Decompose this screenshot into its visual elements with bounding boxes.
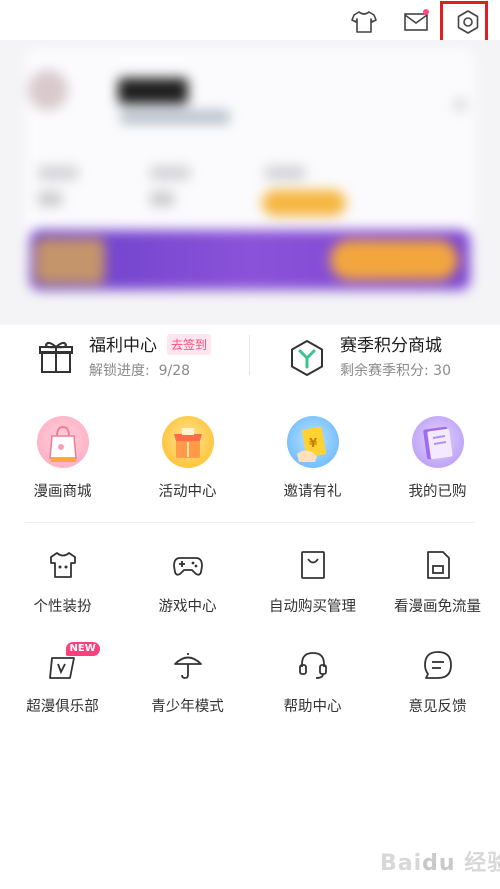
progress-value: 9/28 bbox=[158, 363, 191, 379]
grid-item-label: 我的已购 bbox=[408, 484, 467, 500]
stat-label bbox=[265, 166, 305, 180]
activity-center-icon bbox=[161, 416, 214, 468]
stat-label bbox=[38, 166, 78, 180]
top-bar bbox=[0, 0, 500, 45]
chevron-right-icon bbox=[455, 100, 465, 110]
grid-item-game-center[interactable]: 游戏中心 bbox=[125, 548, 250, 616]
mail-icon[interactable] bbox=[400, 6, 432, 38]
profile-page: 福利中心 去签到 解锁进度: 9/28 赛季积分商城 剩余赛季积分: 30 漫画… bbox=[0, 0, 500, 889]
grid-item-label: 游戏中心 bbox=[158, 599, 217, 615]
vip-club-icon: NEW bbox=[46, 642, 100, 682]
grid-item-label: 自动购买管理 bbox=[269, 599, 356, 615]
checkin-badge[interactable]: 去签到 bbox=[167, 334, 212, 355]
svg-text:¥: ¥ bbox=[309, 436, 318, 450]
welfare-row: 福利中心 去签到 解锁进度: 9/28 赛季积分商城 剩余赛季积分: 30 bbox=[0, 325, 500, 387]
grid-item-free-data[interactable]: 看漫画免流量 bbox=[375, 548, 500, 616]
grid-item-feedback[interactable]: 意见反馈 bbox=[375, 648, 500, 716]
stat-value bbox=[38, 192, 62, 206]
profile-card-blurred[interactable] bbox=[0, 40, 500, 325]
grid-item-help-center[interactable]: 帮助中心 bbox=[250, 648, 375, 716]
grid-item-youth-mode[interactable]: 青少年模式 bbox=[125, 648, 250, 716]
feature-grid: 漫画商城 活动中心 ¥ 邀请有礼 我的已购 bbox=[0, 416, 500, 501]
headset-icon bbox=[296, 648, 330, 682]
umbrella-icon bbox=[171, 648, 205, 682]
stat-label bbox=[150, 166, 190, 180]
welfare-title: 福利中心 bbox=[89, 336, 157, 356]
service-grid-2: NEW 超漫俱乐部 青少年模式 帮助中心 意见反馈 bbox=[0, 642, 500, 716]
gamepad-icon bbox=[171, 548, 205, 582]
grid-item-auto-purchase[interactable]: 自动购买管理 bbox=[250, 548, 375, 616]
grid-item-label: 意见反馈 bbox=[408, 699, 467, 715]
comic-shop-icon bbox=[36, 416, 89, 468]
grid-item-label: 个性装扮 bbox=[33, 599, 92, 615]
watermark-logo: Baidu 经验 bbox=[380, 851, 500, 876]
grid-item-activity-center[interactable]: 活动中心 bbox=[125, 416, 250, 501]
grid-item-label: 邀请有礼 bbox=[283, 484, 342, 500]
grid-item-label: 帮助中心 bbox=[283, 699, 342, 715]
progress-label: 解锁进度: bbox=[89, 363, 150, 379]
points-shop-title: 赛季积分商城 bbox=[340, 336, 442, 356]
feedback-icon bbox=[421, 648, 455, 682]
shirt-icon[interactable] bbox=[348, 6, 380, 38]
grid-item-label: 看漫画免流量 bbox=[394, 599, 481, 615]
grid-item-vip-club[interactable]: NEW 超漫俱乐部 bbox=[0, 642, 125, 716]
gift-icon bbox=[36, 337, 76, 377]
avatar bbox=[28, 70, 68, 110]
grid-item-comic-shop[interactable]: 漫画商城 bbox=[0, 416, 125, 501]
service-grid-1: 个性装扮 游戏中心 自动购买管理 看漫画免流量 bbox=[0, 548, 500, 616]
grid-item-label: 活动中心 bbox=[158, 484, 217, 500]
points-remaining: 剩余赛季积分: 30 bbox=[340, 363, 451, 379]
grid-item-label: 青少年模式 bbox=[151, 699, 224, 715]
grid-item-label: 漫画商城 bbox=[33, 484, 92, 500]
divider bbox=[25, 522, 475, 523]
grid-item-purchased[interactable]: 我的已购 bbox=[375, 416, 500, 501]
banner-image bbox=[35, 238, 105, 284]
season-points-shop-entry[interactable]: 赛季积分商城 剩余赛季积分: 30 bbox=[287, 325, 487, 387]
new-badge: NEW bbox=[65, 642, 100, 656]
dress-up-icon bbox=[46, 548, 80, 582]
sim-card-icon bbox=[421, 548, 455, 582]
banner-button bbox=[330, 240, 458, 280]
grid-item-invite-gift[interactable]: ¥ 邀请有礼 bbox=[250, 416, 375, 501]
shopping-bag-icon bbox=[296, 548, 330, 582]
highlight-box bbox=[440, 1, 488, 45]
stat-value bbox=[150, 192, 174, 206]
purchased-icon bbox=[411, 416, 464, 468]
cube-icon bbox=[287, 337, 327, 377]
welfare-center-entry[interactable]: 福利中心 去签到 解锁进度: 9/28 bbox=[36, 325, 246, 387]
recharge-button-blurred bbox=[262, 190, 346, 216]
blurred-content bbox=[0, 40, 500, 325]
invite-gift-icon: ¥ bbox=[286, 416, 339, 468]
divider bbox=[249, 335, 250, 375]
grid-item-label: 超漫俱乐部 bbox=[26, 699, 99, 715]
user-id-blurred bbox=[120, 110, 230, 124]
username-blurred bbox=[118, 78, 188, 104]
unlock-progress: 解锁进度: 9/28 bbox=[89, 360, 190, 380]
grid-item-dress-up[interactable]: 个性装扮 bbox=[0, 548, 125, 616]
notification-dot bbox=[423, 9, 429, 15]
